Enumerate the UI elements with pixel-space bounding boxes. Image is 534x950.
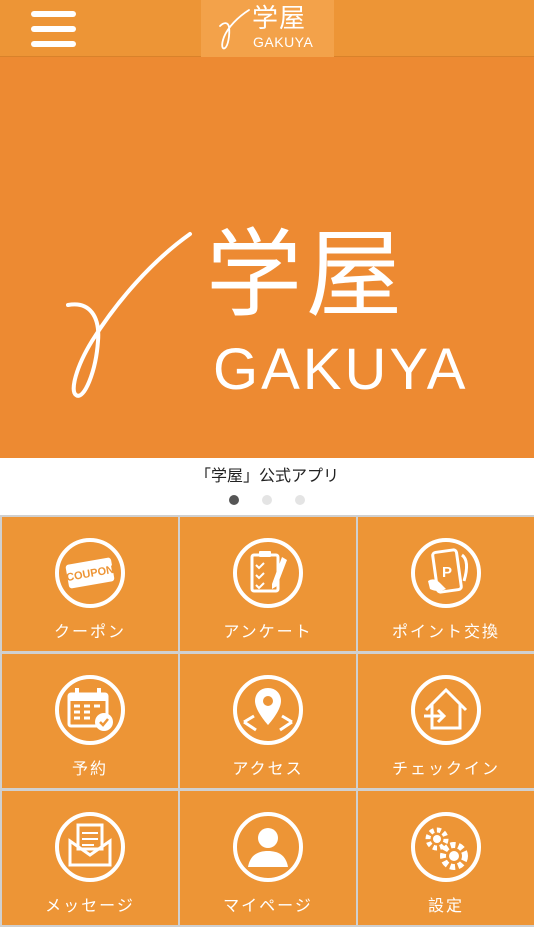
carousel-dot-2[interactable] bbox=[262, 495, 272, 505]
menu-label-survey: アンケート bbox=[223, 622, 313, 641]
header-logo-roman: GAKUYA bbox=[253, 34, 314, 50]
calendar-icon bbox=[55, 675, 125, 745]
menu-label-coupon: クーポン bbox=[53, 622, 126, 641]
carousel-dot-3[interactable] bbox=[295, 495, 305, 505]
menu-tile-reservation[interactable]: 予約 bbox=[2, 654, 178, 788]
banner-caption: 「学屋」公式アプリ bbox=[194, 466, 339, 485]
hamburger-bar bbox=[31, 26, 76, 32]
header-logo-kanji: 学屋 bbox=[252, 4, 307, 34]
hamburger-menu-button[interactable] bbox=[31, 11, 78, 49]
menu-tile-survey[interactable]: アンケート bbox=[180, 517, 356, 651]
user-icon bbox=[233, 812, 303, 882]
bottom-spacer bbox=[0, 927, 534, 950]
menu-tile-point-exchange[interactable]: P ポイント交換 bbox=[358, 517, 534, 651]
menu-grid: COUPON クーポン アンケート P ポイント交換 予約 アクセス チェックイ… bbox=[0, 515, 534, 927]
map-pin-icon bbox=[233, 675, 303, 745]
gear-icon bbox=[411, 812, 481, 882]
menu-label-point-exchange: ポイント交換 bbox=[391, 622, 500, 641]
header-logo[interactable]: 学屋 GAKUYA bbox=[201, 0, 334, 57]
point-icon-text: P bbox=[442, 564, 452, 581]
carousel-indicator bbox=[0, 495, 534, 507]
menu-tile-access[interactable]: アクセス bbox=[180, 654, 356, 788]
hamburger-bar bbox=[31, 11, 76, 17]
menu-label-message: メッセージ bbox=[45, 896, 135, 915]
menu-label-reservation: 予約 bbox=[71, 759, 108, 778]
point-exchange-icon: P bbox=[411, 538, 481, 608]
survey-icon bbox=[233, 538, 303, 608]
hero-banner[interactable]: 学屋 GAKUYA bbox=[0, 57, 534, 458]
menu-tile-settings[interactable]: 設定 bbox=[358, 791, 534, 925]
logo-mark-icon bbox=[219, 9, 250, 50]
menu-tile-checkin[interactable]: チェックイン bbox=[358, 654, 534, 788]
carousel-dot-1[interactable] bbox=[229, 495, 239, 505]
banner-logo-mark-icon bbox=[66, 232, 192, 398]
menu-tile-message[interactable]: メッセージ bbox=[2, 791, 178, 925]
coupon-icon: COUPON bbox=[55, 538, 125, 608]
menu-tile-mypage[interactable]: マイページ bbox=[180, 791, 356, 925]
banner-logo-kanji: 学屋 bbox=[206, 219, 406, 331]
menu-label-mypage: マイページ bbox=[223, 896, 313, 915]
menu-label-access: アクセス bbox=[232, 759, 304, 778]
banner-logo-roman: GAKUYA bbox=[213, 337, 469, 402]
menu-label-checkin: チェックイン bbox=[391, 759, 500, 778]
message-icon bbox=[55, 812, 125, 882]
checkin-icon bbox=[411, 675, 481, 745]
menu-label-settings: 設定 bbox=[427, 896, 464, 915]
menu-tile-coupon[interactable]: COUPON クーポン bbox=[2, 517, 178, 651]
hamburger-bar bbox=[31, 41, 76, 47]
app-header: 学屋 GAKUYA bbox=[0, 0, 534, 57]
